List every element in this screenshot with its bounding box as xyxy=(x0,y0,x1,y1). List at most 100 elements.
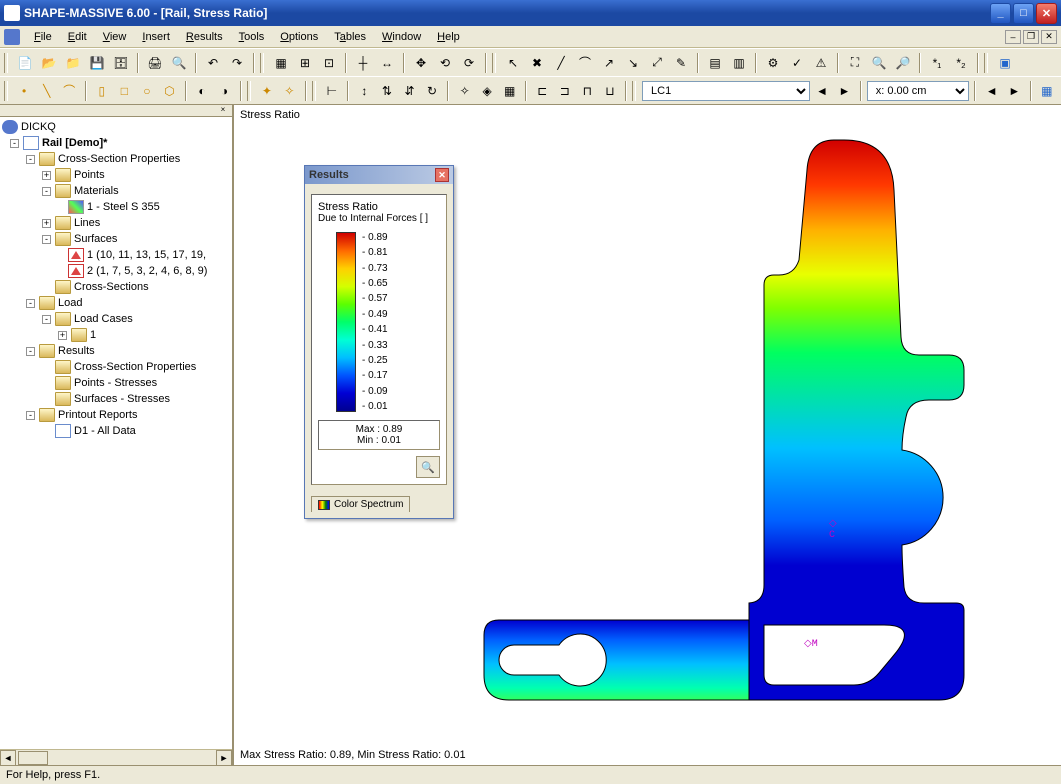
select-icon[interactable]: ↖ xyxy=(502,52,524,74)
lc-next-icon[interactable]: ► xyxy=(834,80,855,102)
res3-icon[interactable]: ⇅ xyxy=(377,80,398,102)
scroll-thumb[interactable] xyxy=(18,751,48,765)
tree-results[interactable]: Results xyxy=(58,345,95,357)
minimize-button[interactable]: _ xyxy=(990,3,1011,24)
menu-options[interactable]: Options xyxy=(272,29,326,45)
navigator-tree[interactable]: DICKQ -Rail [Demo]* -Cross-Section Prope… xyxy=(0,117,232,749)
misc2-icon[interactable]: *₂ xyxy=(950,52,972,74)
menu-help[interactable]: Help xyxy=(429,29,468,45)
mdi-minimize-button[interactable]: – xyxy=(1005,30,1021,44)
nav-next-icon[interactable]: ► xyxy=(1004,80,1025,102)
calc-icon[interactable]: ⚙ xyxy=(762,52,784,74)
line-tool-icon[interactable]: ╲ xyxy=(36,80,57,102)
tree-load[interactable]: Load xyxy=(58,297,82,309)
toolbar-grip-8[interactable] xyxy=(632,81,636,101)
warn-icon[interactable]: ⚠ xyxy=(810,52,832,74)
results-icon[interactable]: ▣ xyxy=(994,52,1016,74)
circle-icon[interactable]: ○ xyxy=(137,80,158,102)
res4-icon[interactable]: ⇵ xyxy=(399,80,420,102)
res11-icon[interactable]: ⊓ xyxy=(577,80,598,102)
tree-r-points[interactable]: Points - Stresses xyxy=(74,377,157,389)
zoom-fit-icon[interactable]: ⛶ xyxy=(844,52,866,74)
tool5-icon[interactable]: ↗ xyxy=(598,52,620,74)
tree-crosssections[interactable]: Cross-Sections xyxy=(74,281,149,293)
toolbar-grip-5[interactable] xyxy=(4,81,8,101)
collapse-icon[interactable]: - xyxy=(26,299,35,308)
view-icon[interactable]: ▦ xyxy=(1037,80,1058,102)
print-icon[interactable]: 🖨 xyxy=(144,52,166,74)
snap-icon[interactable]: ⊡ xyxy=(318,52,340,74)
arc-tool-icon[interactable]: ⌒ xyxy=(59,80,80,102)
toolbar-grip-3[interactable] xyxy=(492,53,496,73)
tool7-icon[interactable]: ⤢ xyxy=(646,52,668,74)
res2-icon[interactable]: ↕ xyxy=(354,80,375,102)
table2-icon[interactable]: ▥ xyxy=(728,52,750,74)
collapse-icon[interactable]: - xyxy=(10,139,19,148)
results-close-icon[interactable]: ✕ xyxy=(435,168,449,182)
grid2-icon[interactable]: ⊞ xyxy=(294,52,316,74)
tree-surf1[interactable]: 1 (10, 11, 13, 15, 17, 19, xyxy=(87,249,206,261)
grid-icon[interactable]: ▦ xyxy=(270,52,292,74)
rect2-icon[interactable]: □ xyxy=(114,80,135,102)
results-zoom-button[interactable]: 🔍 xyxy=(416,456,440,478)
open-icon[interactable]: 📂 xyxy=(38,52,60,74)
star2-icon[interactable]: ✧ xyxy=(279,80,300,102)
res1-icon[interactable]: ⊢ xyxy=(322,80,343,102)
check-icon[interactable]: ✓ xyxy=(786,52,808,74)
toolbar-grip-4[interactable] xyxy=(984,53,988,73)
tree-lc1[interactable]: 1 xyxy=(90,329,96,341)
tree-r-surfaces[interactable]: Surfaces - Stresses xyxy=(74,393,170,405)
res10-icon[interactable]: ⊐ xyxy=(555,80,576,102)
menu-edit[interactable]: Edit xyxy=(60,29,95,45)
viewport[interactable]: Stress Ratio xyxy=(234,105,1061,765)
zoom-in-icon[interactable]: 🔍 xyxy=(868,52,890,74)
navigator-close-icon[interactable]: × xyxy=(216,105,230,115)
close-button[interactable]: ✕ xyxy=(1036,3,1057,24)
tree-d1[interactable]: D1 - All Data xyxy=(74,425,136,437)
star1-icon[interactable]: ✦ xyxy=(257,80,278,102)
coord-select[interactable]: x: 0.00 cm xyxy=(867,81,970,101)
res9-icon[interactable]: ⊏ xyxy=(532,80,553,102)
tree-surfaces[interactable]: Surfaces xyxy=(74,233,117,245)
zoom-out-icon[interactable]: 🔎 xyxy=(892,52,914,74)
menu-insert[interactable]: Insert xyxy=(134,29,178,45)
undo-icon[interactable]: ↶ xyxy=(202,52,224,74)
tree-materials[interactable]: Materials xyxy=(74,185,119,197)
menu-file[interactable]: File xyxy=(26,29,60,45)
tree-project[interactable]: Rail [Demo]* xyxy=(42,137,107,149)
collapse-icon[interactable]: - xyxy=(42,235,51,244)
save-icon[interactable]: 💾 xyxy=(86,52,108,74)
toolbar-grip-2[interactable] xyxy=(260,53,264,73)
tree-printout[interactable]: Printout Reports xyxy=(58,409,137,421)
res7-icon[interactable]: ◈ xyxy=(477,80,498,102)
fill-icon[interactable]: ◐ xyxy=(192,80,213,102)
point-icon[interactable]: • xyxy=(14,80,35,102)
dim-icon[interactable]: ↔ xyxy=(376,52,398,74)
redo-icon[interactable]: ↷ xyxy=(226,52,248,74)
collapse-icon[interactable]: - xyxy=(26,347,35,356)
toolbar-grip[interactable] xyxy=(4,53,8,73)
tool8-icon[interactable]: ✎ xyxy=(670,52,692,74)
expand-icon[interactable]: + xyxy=(42,171,51,180)
edit-line-icon[interactable]: ╱ xyxy=(550,52,572,74)
fill2-icon[interactable]: ◑ xyxy=(214,80,235,102)
tool6-icon[interactable]: ↘ xyxy=(622,52,644,74)
menu-tables[interactable]: Tables xyxy=(326,29,374,45)
res5-icon[interactable]: ↻ xyxy=(422,80,443,102)
color-spectrum-tab[interactable]: Color Spectrum xyxy=(311,496,410,512)
tree-lines[interactable]: Lines xyxy=(74,217,100,229)
rotate2-icon[interactable]: ⟳ xyxy=(458,52,480,74)
delete-icon[interactable]: ✖ xyxy=(526,52,548,74)
misc1-icon[interactable]: *₁ xyxy=(926,52,948,74)
tree-loadcases[interactable]: Load Cases xyxy=(74,313,133,325)
move-icon[interactable]: ✥ xyxy=(410,52,432,74)
lc-prev-icon[interactable]: ◄ xyxy=(812,80,833,102)
scroll-left-icon[interactable]: ◄ xyxy=(0,750,16,766)
rotate-icon[interactable]: ⟲ xyxy=(434,52,456,74)
collapse-icon[interactable]: - xyxy=(42,315,51,324)
mdi-close-button[interactable]: ✕ xyxy=(1041,30,1057,44)
tree-csprops[interactable]: Cross-Section Properties xyxy=(58,153,180,165)
preview-icon[interactable]: 🔍 xyxy=(168,52,190,74)
table1-icon[interactable]: ▤ xyxy=(704,52,726,74)
tree-material1[interactable]: 1 - Steel S 355 xyxy=(87,201,160,213)
